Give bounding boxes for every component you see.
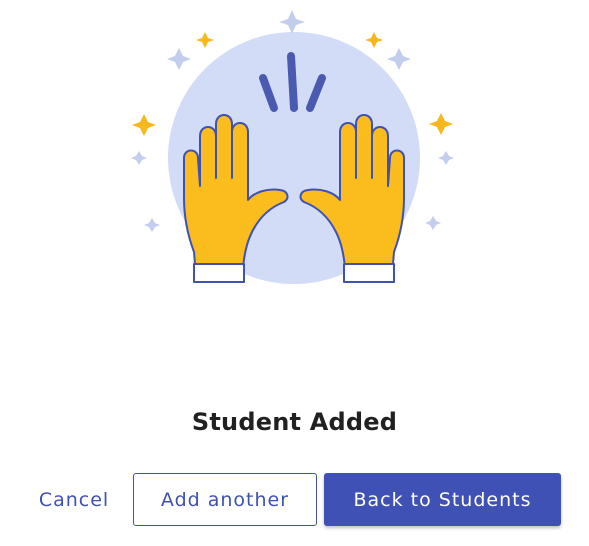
cancel-button[interactable]: Cancel (24, 473, 124, 526)
action-bar: Cancel Add another Back to Students (0, 473, 589, 527)
raising-hands-icon (131, 10, 454, 284)
success-illustration (118, 8, 464, 300)
add-another-button[interactable]: Add another (133, 473, 317, 526)
back-to-students-button[interactable]: Back to Students (324, 473, 561, 526)
page-title: Student Added (191, 408, 398, 436)
